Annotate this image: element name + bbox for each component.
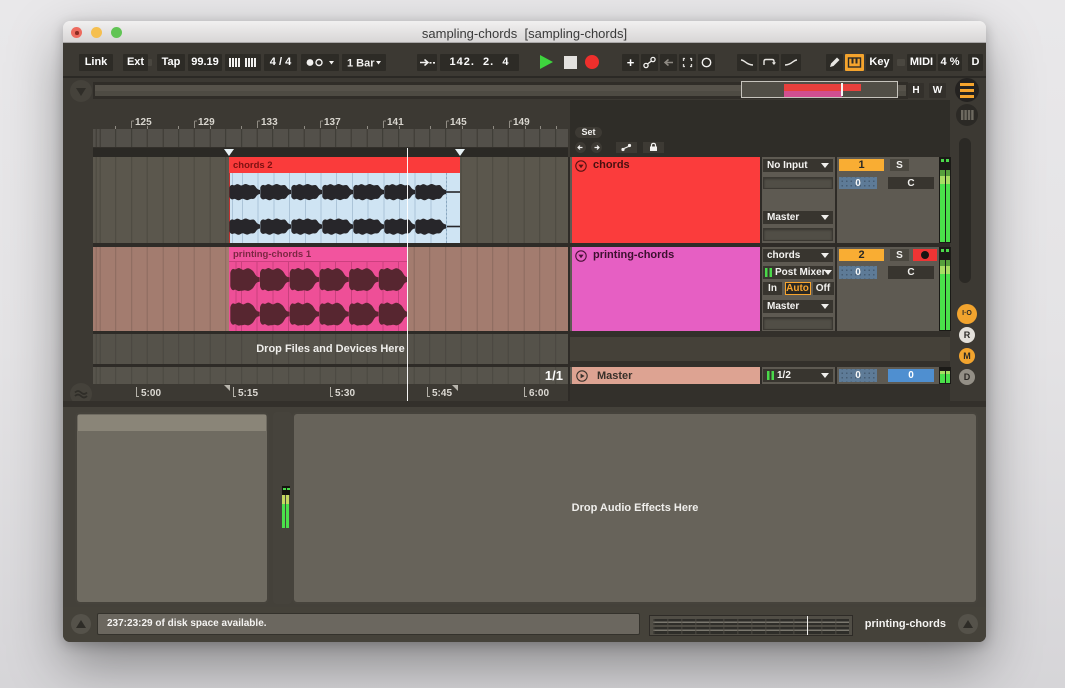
svg-text:5:45: 5:45 bbox=[432, 388, 452, 399]
svg-text:5:30: 5:30 bbox=[335, 388, 355, 399]
svg-text:6:00: 6:00 bbox=[529, 388, 549, 399]
svg-text:5:00: 5:00 bbox=[141, 388, 161, 399]
svg-text:1 Bar: 1 Bar bbox=[347, 58, 375, 70]
svg-text:5:15: 5:15 bbox=[238, 388, 258, 399]
